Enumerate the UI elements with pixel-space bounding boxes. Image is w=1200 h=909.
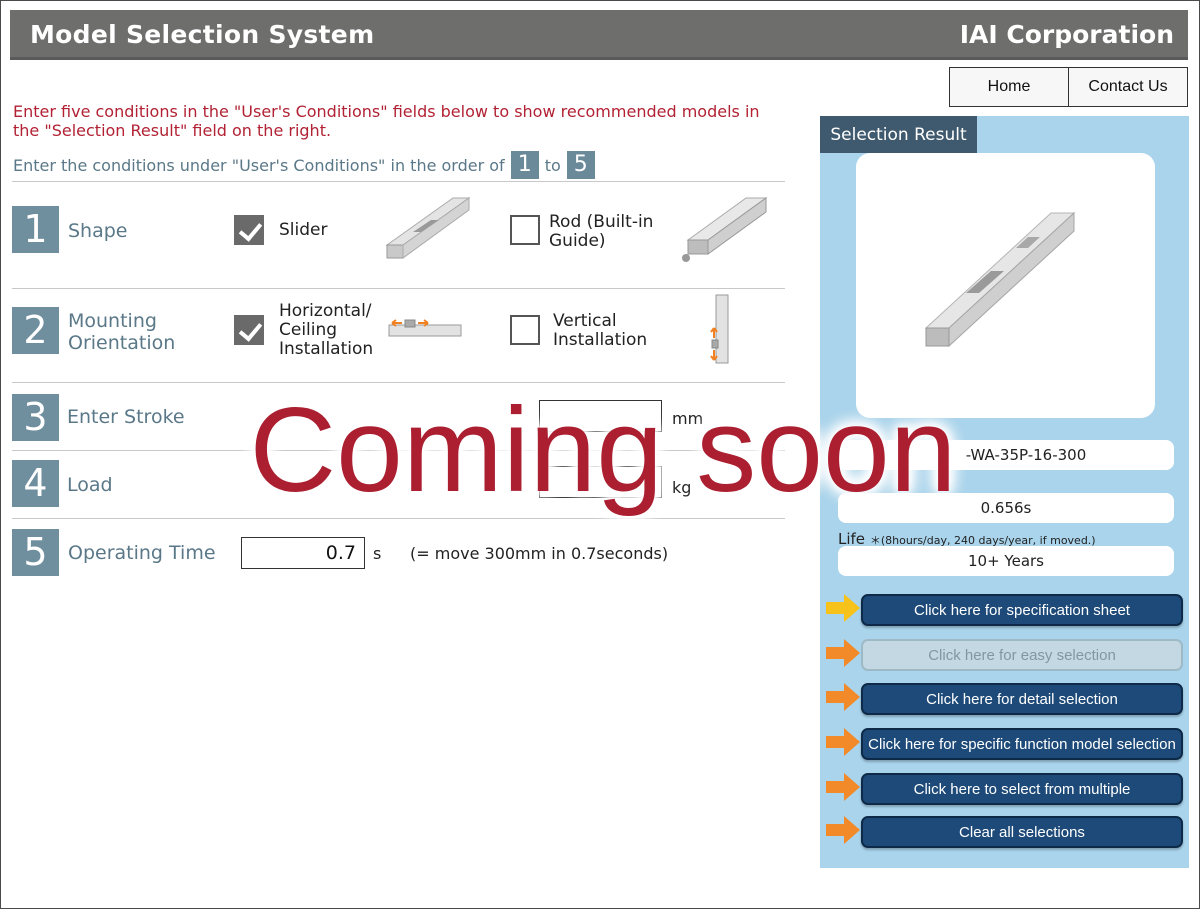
specification-sheet-button[interactable]: Click here for specification sheet: [861, 594, 1183, 626]
step-4-number: 4: [12, 460, 59, 507]
step-shape-label: Shape: [68, 220, 128, 242]
life-value: 10+ Years: [968, 552, 1044, 570]
arrow-right-icon: [826, 639, 860, 667]
contact-us-button[interactable]: Contact Us: [1068, 67, 1188, 107]
step-2-number: 2: [12, 307, 59, 354]
step-mounting-label: Mounting Orientation: [68, 310, 176, 354]
rod-checkbox[interactable]: [510, 215, 540, 245]
product-image-card: [856, 153, 1155, 418]
order-instruction-text: Enter the conditions under "User's Condi…: [13, 155, 505, 175]
time-unit: s: [373, 544, 382, 563]
select-from-multiple-button[interactable]: Click here to select from multiple: [861, 773, 1183, 805]
order-from-chip: 1: [510, 151, 539, 179]
arrow-right-icon: [826, 773, 860, 801]
step-3-number: 3: [12, 394, 59, 441]
life-value-box: 10+ Years: [838, 546, 1174, 576]
rod-actuator-image: [682, 197, 768, 262]
detail-selection-button[interactable]: Click here for detail selection: [861, 683, 1183, 715]
app-header: Model Selection System IAI Corporation: [10, 10, 1188, 60]
step-time-label: Operating Time: [68, 542, 216, 564]
arrow-right-icon: [826, 683, 860, 711]
selection-result-tab: Selection Result: [820, 116, 977, 153]
clear-selections-button[interactable]: Clear all selections: [861, 816, 1183, 848]
operating-time-input[interactable]: 0.7: [241, 537, 365, 569]
product-actuator-image: [924, 211, 1076, 348]
slider-option-label: Slider: [279, 220, 328, 240]
vertical-checkbox[interactable]: [510, 315, 540, 345]
vertical-mount-image: [710, 294, 729, 364]
divider: [12, 181, 785, 182]
vertical-option-label: Vertical Installation: [553, 311, 648, 350]
time-note: (= move 300mm in 0.7seconds): [410, 544, 669, 563]
easy-selection-button[interactable]: Click here for easy selection: [861, 639, 1183, 671]
arrow-right-icon: [826, 594, 860, 622]
company-name: IAI Corporation: [959, 20, 1174, 49]
arrow-right-icon: [826, 816, 860, 844]
step-5-number: 5: [12, 529, 59, 576]
arrow-right-icon: [826, 728, 860, 756]
specific-function-selection-button[interactable]: Click here for specific function model s…: [861, 728, 1183, 760]
divider: [12, 288, 785, 289]
order-instruction: Enter the conditions under "User's Condi…: [13, 151, 595, 179]
order-to-word: to: [544, 155, 561, 175]
step-1-number: 1: [12, 206, 59, 253]
home-button[interactable]: Home: [949, 67, 1069, 107]
horizontal-checkbox[interactable]: [234, 315, 264, 345]
coming-soon-overlay: Coming soon: [249, 383, 957, 517]
instruction-text: Enter five conditions in the "User's Con…: [13, 102, 760, 140]
horizontal-option-label: Horizontal/ Ceiling Installation: [279, 301, 374, 359]
rod-option-label: Rod (Built-in Guide): [549, 212, 654, 251]
slider-checkbox[interactable]: [234, 215, 264, 245]
step-stroke-label: Enter Stroke: [67, 406, 185, 428]
divider: [12, 518, 785, 519]
horizontal-mount-image: [388, 319, 462, 337]
app-title: Model Selection System: [30, 20, 375, 49]
order-to-chip: 5: [566, 151, 595, 179]
slider-actuator-image: [385, 197, 471, 259]
step-load-label: Load: [67, 474, 113, 496]
